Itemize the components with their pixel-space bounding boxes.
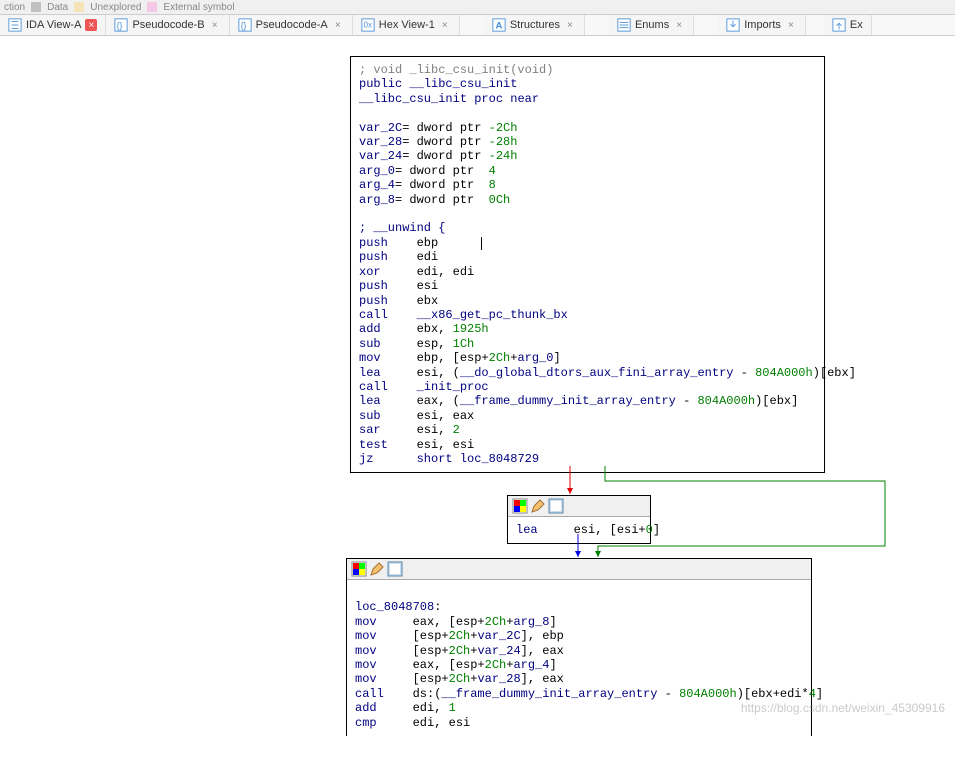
close-icon[interactable]: × [332, 19, 344, 31]
tab-label: IDA View-A [26, 19, 81, 31]
svg-text:0x: 0x [363, 21, 371, 30]
close-icon[interactable]: × [564, 19, 576, 31]
enum-icon [617, 18, 631, 32]
legend-item: Data [47, 2, 68, 13]
tab-label: Pseudocode-A [256, 19, 328, 31]
tab-enums[interactable]: Enums × [609, 15, 694, 35]
legend-item: ction [4, 2, 25, 13]
tab-ida-view[interactable]: IDA View-A × [0, 15, 106, 35]
export-icon [832, 18, 846, 32]
import-icon [726, 18, 740, 32]
tab-label: Hex View-1 [379, 19, 435, 31]
tab-label: Imports [744, 19, 781, 31]
tab-label: Ex [850, 19, 863, 31]
close-icon[interactable]: × [439, 19, 451, 31]
legend-bar: ction Data Unexplored External symbol [0, 0, 955, 14]
graph-node-main[interactable]: ; void _libc_csu_init(void) public __lib… [350, 56, 825, 473]
pencil-icon [530, 498, 546, 514]
color-icon [351, 561, 367, 577]
tab-structures[interactable]: A Structures × [484, 15, 585, 35]
tab-imports[interactable]: Imports × [718, 15, 806, 35]
tab-exports[interactable]: Ex [824, 15, 872, 35]
legend-swatch [74, 2, 84, 12]
tab-hex-view[interactable]: 0x Hex View-1 × [353, 15, 460, 35]
hex-icon: 0x [361, 18, 375, 32]
tab-pseudocode-a[interactable]: {} Pseudocode-A × [230, 15, 353, 35]
code-icon: {} [238, 18, 252, 32]
disasm-block[interactable]: lea esi, [esi+0] [508, 517, 650, 543]
tab-pseudocode-b[interactable]: {} Pseudocode-B × [106, 15, 229, 35]
color-icon [512, 498, 528, 514]
node-toolbar [347, 559, 811, 580]
flag-icon [387, 561, 403, 577]
code-icon: {} [114, 18, 128, 32]
svg-text:A: A [495, 21, 502, 32]
legend-swatch [31, 2, 41, 12]
tab-bar: IDA View-A × {} Pseudocode-B × {} Pseudo… [0, 14, 955, 36]
flag-icon [548, 498, 564, 514]
watermark: https://blog.csdn.net/weixin_45309916 [741, 701, 945, 715]
tab-label: Structures [510, 19, 560, 31]
tab-label: Enums [635, 19, 669, 31]
graph-icon [8, 18, 22, 32]
graph-node-lea[interactable]: lea esi, [esi+0] [507, 495, 651, 544]
svg-text:{}: {} [117, 21, 123, 31]
struct-icon: A [492, 18, 506, 32]
svg-text:{}: {} [240, 21, 246, 31]
close-icon[interactable]: × [209, 19, 221, 31]
close-icon[interactable]: × [785, 19, 797, 31]
pencil-icon [369, 561, 385, 577]
node-toolbar [508, 496, 650, 517]
disasm-block[interactable]: ; void _libc_csu_init(void) public __lib… [351, 57, 824, 472]
legend-item: External symbol [163, 2, 234, 13]
close-icon[interactable]: × [85, 19, 97, 31]
legend-item: Unexplored [90, 2, 141, 13]
close-icon[interactable]: × [673, 19, 685, 31]
legend-swatch [147, 2, 157, 12]
graph-view[interactable]: ; void _libc_csu_init(void) public __lib… [0, 36, 955, 721]
tab-label: Pseudocode-B [132, 19, 204, 31]
